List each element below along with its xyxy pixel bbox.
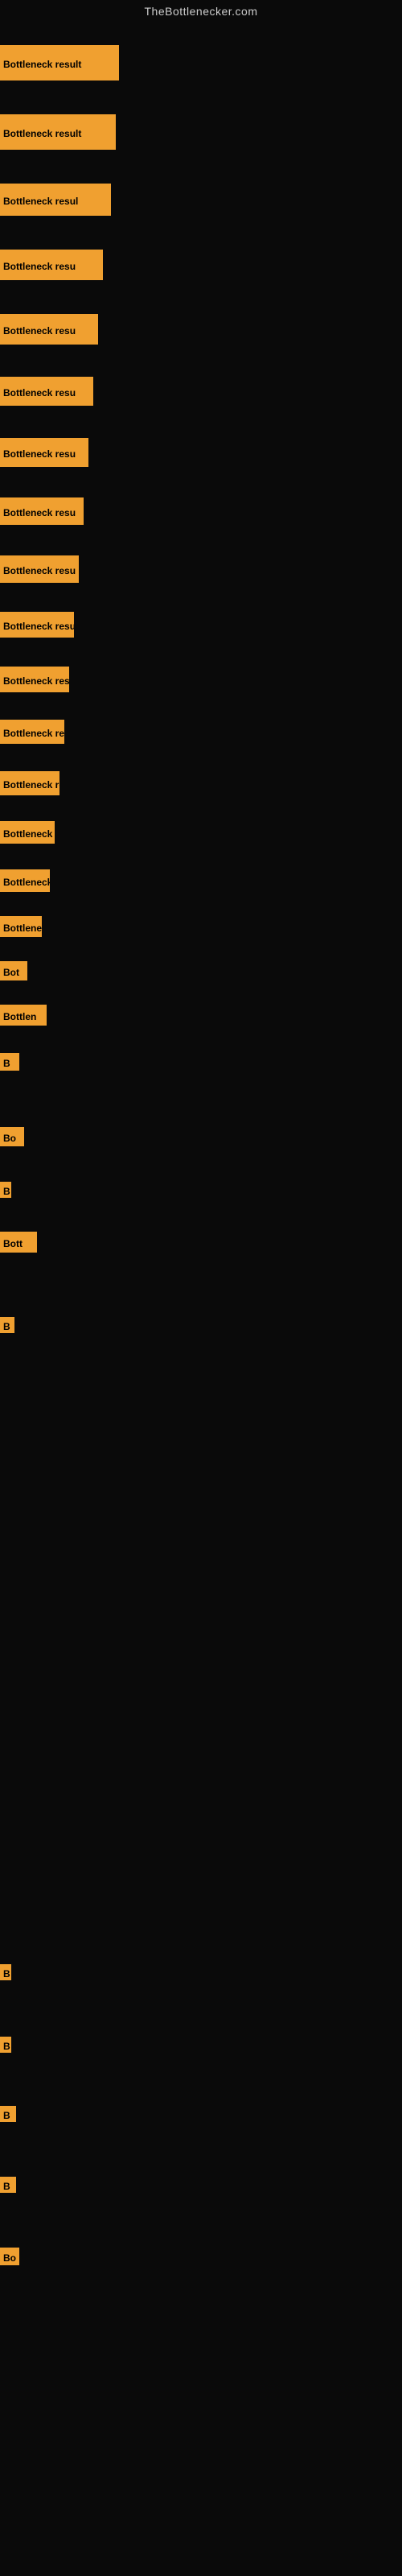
bar-row: B: [0, 1182, 11, 1198]
bar-row: Bo: [0, 1127, 24, 1146]
bottleneck-result-bar: Bottleneck resu: [0, 314, 98, 345]
bar-row: Bottleneck resu: [0, 377, 93, 406]
bar-row: Bott: [0, 1232, 37, 1253]
bottleneck-result-bar: Bottleneck r: [0, 869, 50, 892]
bottleneck-result-bar: Bottleneck resul: [0, 184, 111, 216]
bottleneck-result-bar: Bottleneck result: [0, 45, 119, 80]
bar-row: Bottleneck r: [0, 869, 50, 892]
bottleneck-result-bar: Bottleneck result: [0, 114, 116, 150]
bottleneck-result-bar: Bottleneck resu: [0, 438, 88, 467]
bar-row: Bottleneck resu: [0, 438, 88, 467]
bar-row: Bottleneck result: [0, 114, 116, 150]
bottleneck-result-bar: Bottleneck re: [0, 771, 59, 795]
bottleneck-result-bar: Bo: [0, 1127, 24, 1146]
bar-row: B: [0, 2106, 16, 2122]
bar-row: B: [0, 2037, 11, 2053]
bar-row: B: [0, 1317, 14, 1333]
bottleneck-result-bar: Bottleneck resu: [0, 497, 84, 525]
bottleneck-result-bar: Bottleneck resu: [0, 667, 69, 692]
bottleneck-result-bar: Bottlen: [0, 1005, 47, 1026]
bar-row: Bottleneck resu: [0, 250, 103, 280]
bottleneck-result-bar: Bottleneck resu: [0, 377, 93, 406]
bottleneck-result-bar: B: [0, 2177, 16, 2193]
bar-row: Bot: [0, 961, 27, 980]
bottleneck-result-bar: B: [0, 1182, 11, 1198]
bar-row: Bottleneck resu: [0, 497, 84, 525]
bar-row: Bottleneck re: [0, 821, 55, 844]
bar-row: Bottlenec: [0, 916, 42, 937]
bar-row: Bo: [0, 2248, 19, 2265]
bar-row: Bottleneck resu: [0, 555, 79, 583]
bar-row: Bottleneck resul: [0, 184, 111, 216]
bar-row: Bottleneck resu: [0, 314, 98, 345]
bottleneck-result-bar: Bot: [0, 961, 27, 980]
bottleneck-result-bar: Bottleneck resu: [0, 250, 103, 280]
bar-row: B: [0, 2177, 16, 2193]
bottleneck-result-bar: Bottleneck res: [0, 720, 64, 744]
site-title: TheBottlenecker.com: [0, 0, 402, 21]
bar-row: Bottleneck resu: [0, 612, 74, 638]
bottleneck-result-bar: B: [0, 1317, 14, 1333]
bar-row: Bottleneck re: [0, 771, 59, 795]
bar-row: Bottleneck result: [0, 45, 119, 80]
bottleneck-result-bar: Bo: [0, 2248, 19, 2265]
bar-row: B: [0, 1053, 19, 1071]
bottleneck-result-bar: Bott: [0, 1232, 37, 1253]
bottleneck-result-bar: Bottlenec: [0, 916, 42, 937]
bottleneck-result-bar: B: [0, 1053, 19, 1071]
bar-row: Bottleneck resu: [0, 667, 69, 692]
bottleneck-result-bar: Bottleneck resu: [0, 612, 74, 638]
bar-row: Bottleneck res: [0, 720, 64, 744]
bar-row: Bottlen: [0, 1005, 47, 1026]
bottleneck-result-bar: Bottleneck resu: [0, 555, 79, 583]
bottleneck-result-bar: Bottleneck re: [0, 821, 55, 844]
bar-row: B: [0, 1964, 11, 1980]
bottleneck-result-bar: B: [0, 2106, 16, 2122]
bottleneck-result-bar: B: [0, 2037, 11, 2053]
bottleneck-result-bar: B: [0, 1964, 11, 1980]
